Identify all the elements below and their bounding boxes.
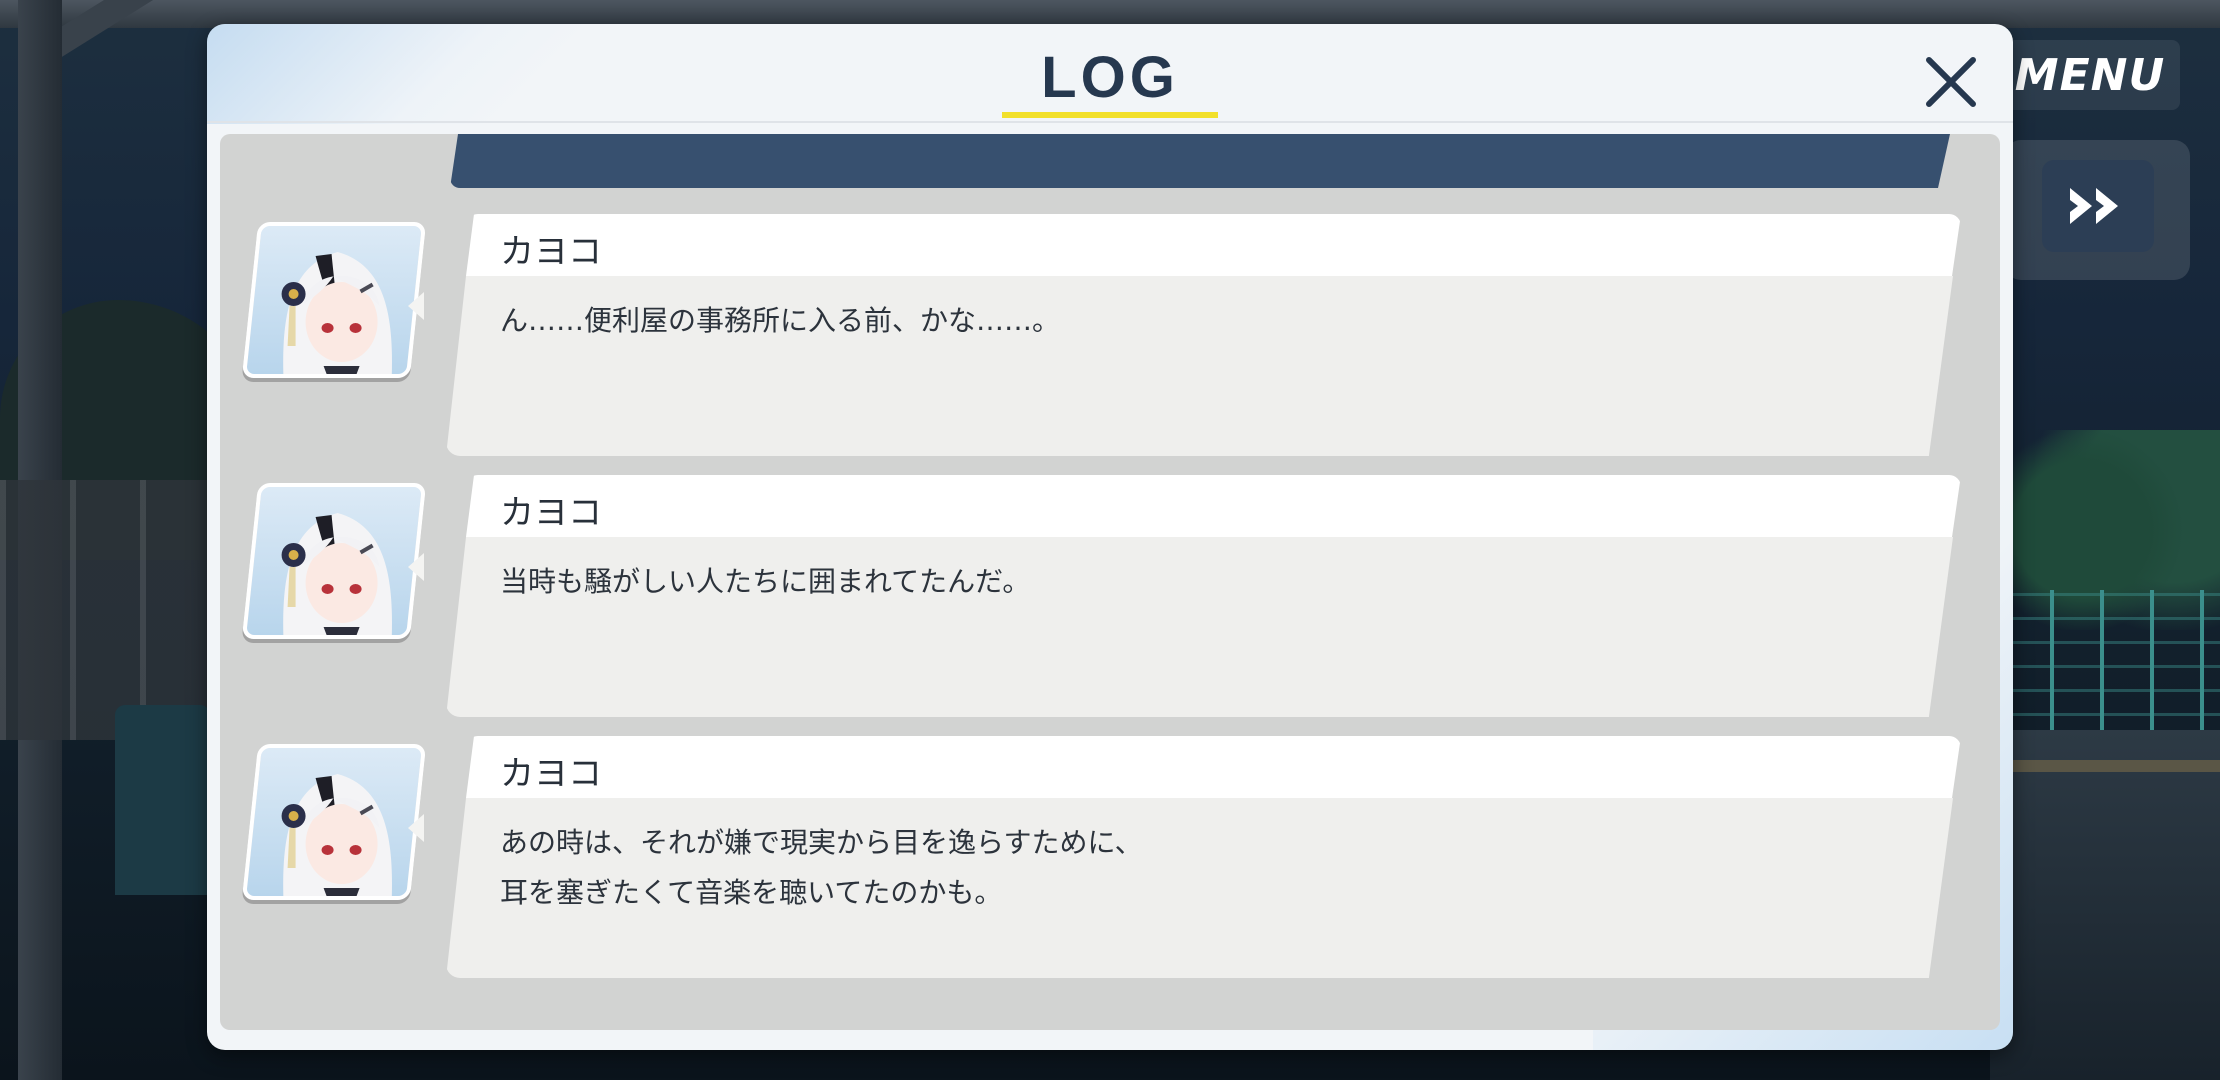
character-portrait-icon (281, 513, 392, 639)
close-icon (1926, 57, 1976, 107)
character-avatar (241, 483, 427, 639)
previous-entry-edge (450, 134, 1950, 188)
log-scroll-area[interactable]: カヨコ ん……便利屋の事務所に入る前、かな……。 カヨコ 当時も騒がしい人たちに… (220, 134, 2000, 1030)
speaker-name-bar (466, 214, 1961, 276)
character-portrait-icon (281, 252, 392, 378)
speaker-name: カヨコ (500, 232, 602, 272)
platform-floor (1990, 730, 2220, 1080)
log-entry: カヨコ 当時も騒がしい人たちに囲まれてたんだ。 (220, 475, 2000, 723)
message-line: 当時も騒がしい人たちに囲まれてたんだ。 (500, 565, 1031, 598)
speech-bubble-tail (408, 553, 424, 581)
log-title-underline (1002, 112, 1218, 118)
platform-edge-line (1990, 760, 2220, 772)
header-divider (207, 121, 2013, 123)
station-fence-right (2000, 590, 2220, 740)
message-line: あの時は、それが嫌で現実から目を逸らすために、 (500, 826, 1143, 859)
station-fence-left (0, 480, 210, 740)
character-avatar (241, 744, 427, 900)
message-line: ん……便利屋の事務所に入る前、かな……。 (500, 304, 1061, 337)
speaker-name-bar (466, 736, 1961, 798)
log-title: LOG (1041, 45, 1179, 110)
message-text: あの時は、それが嫌で現実から目を逸らすために、 耳を塞ぎたくて音楽を聴いてたのか… (500, 818, 1880, 918)
speech-bubble-tail (408, 814, 424, 842)
platform-bench (115, 705, 210, 895)
fast-forward-button[interactable] (2042, 160, 2154, 252)
log-entry: カヨコ ん……便利屋の事務所に入る前、かな……。 (220, 214, 2000, 462)
message-text: ん……便利屋の事務所に入る前、かな……。 (500, 296, 1880, 346)
menu-button[interactable]: MENU (2000, 40, 2180, 110)
speaker-name-bar (466, 475, 1961, 537)
message-line: 耳を塞ぎたくて音楽を聴いてたのかも。 (500, 876, 1003, 909)
speech-bubble-tail (408, 292, 424, 320)
speaker-name: カヨコ (500, 493, 602, 533)
speaker-name: カヨコ (500, 754, 602, 794)
close-button[interactable] (1907, 38, 1995, 126)
log-entry: カヨコ あの時は、それが嫌で現実から目を逸らすために、 耳を塞ぎたくて音楽を聴い… (220, 736, 2000, 984)
character-avatar (241, 222, 427, 378)
message-text: 当時も騒がしい人たちに囲まれてたんだ。 (500, 557, 1880, 607)
log-dialog: LOG カヨコ ん……便利屋の事務所に入る前、かな……。 カヨコ 当時も騒がしい… (207, 24, 2013, 1050)
character-portrait-icon (281, 774, 392, 900)
fast-forward-icon (2070, 188, 2118, 224)
